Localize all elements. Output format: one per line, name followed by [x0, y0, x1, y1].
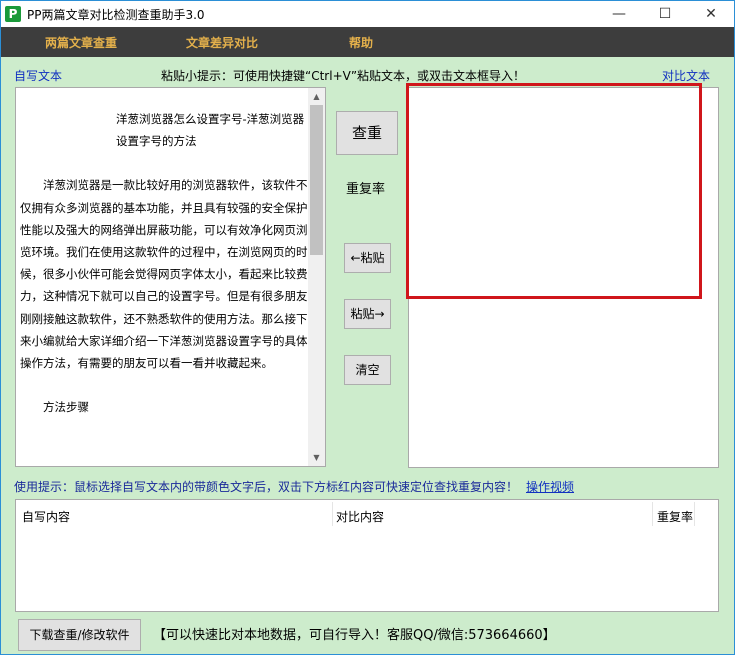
repeat-rate-label: 重复率	[346, 182, 386, 197]
column-header-self[interactable]: 自写内容	[22, 508, 70, 525]
paste-tip: 粘贴小提示：可使用快捷键“Ctrl+V”粘贴文本，或双击文本框导入！	[161, 69, 526, 83]
paste-right-button[interactable]: 粘贴→	[344, 299, 391, 329]
menu-diff-compare[interactable]: 文章差异对比	[186, 34, 258, 51]
download-button[interactable]: 下载查重/修改软件	[18, 619, 141, 651]
menu-two-article-check[interactable]: 两篇文章查重	[45, 34, 117, 51]
window-title: PP两篇文章对比检测查重助手3.0	[27, 7, 205, 22]
check-button[interactable]: 查重	[336, 111, 398, 155]
article-paragraph: 洋葱浏览器是一款比较好用的浏览器软件，该软件不仅拥有众多浏览器的基本功能，并且具…	[20, 178, 308, 371]
article-title: 洋葱浏览器怎么设置字号-洋葱浏览器设置字号的方法	[116, 112, 305, 149]
maximize-button[interactable]: ☐	[642, 1, 688, 27]
usage-tip: 使用提示：鼠标选择自写文本内的带颜色文字后，双击下方标红内容可快速定位查找重复内…	[14, 480, 519, 494]
self-text-area[interactable]: 洋葱浏览器怎么设置字号-洋葱浏览器设置字号的方法 洋葱浏览器是一款比较好用的浏览…	[15, 87, 326, 467]
app-window: P PP两篇文章对比检测查重助手3.0 — ☐ ✕ 两篇文章查重 文章差异对比 …	[0, 0, 735, 655]
minimize-button[interactable]: —	[596, 1, 642, 27]
self-text-label[interactable]: 自写文本	[14, 67, 62, 84]
highlight-box	[406, 83, 702, 299]
column-divider	[332, 502, 333, 526]
article-paragraph: 方法步骤	[43, 400, 89, 415]
menu-bar: 两篇文章查重 文章差异对比 帮助	[1, 27, 734, 57]
paste-left-button[interactable]: ←粘贴	[344, 243, 391, 273]
app-logo-icon: P	[5, 6, 21, 22]
column-divider	[694, 502, 695, 526]
clear-button[interactable]: 清空	[344, 355, 391, 385]
scroll-down-icon[interactable]: ▼	[308, 449, 325, 466]
scroll-thumb[interactable]	[310, 105, 323, 255]
column-divider	[652, 502, 653, 526]
menu-help[interactable]: 帮助	[349, 34, 373, 51]
scroll-up-icon[interactable]: ▲	[308, 88, 325, 105]
close-button[interactable]: ✕	[688, 1, 734, 27]
scrollbar[interactable]: ▲ ▼	[308, 88, 325, 466]
column-header-rate[interactable]: 重复率	[657, 508, 693, 525]
footer-info: 【可以快速比对本地数据，可自行导入！客服QQ/微信:573664660】	[153, 628, 556, 643]
results-table[interactable]: 自写内容 对比内容 重复率	[15, 499, 719, 612]
video-link[interactable]: 操作视频	[526, 478, 574, 495]
title-bar: P PP两篇文章对比检测查重助手3.0 — ☐ ✕	[1, 1, 734, 27]
column-header-compare[interactable]: 对比内容	[336, 508, 384, 525]
compare-text-label[interactable]: 对比文本	[662, 67, 710, 84]
